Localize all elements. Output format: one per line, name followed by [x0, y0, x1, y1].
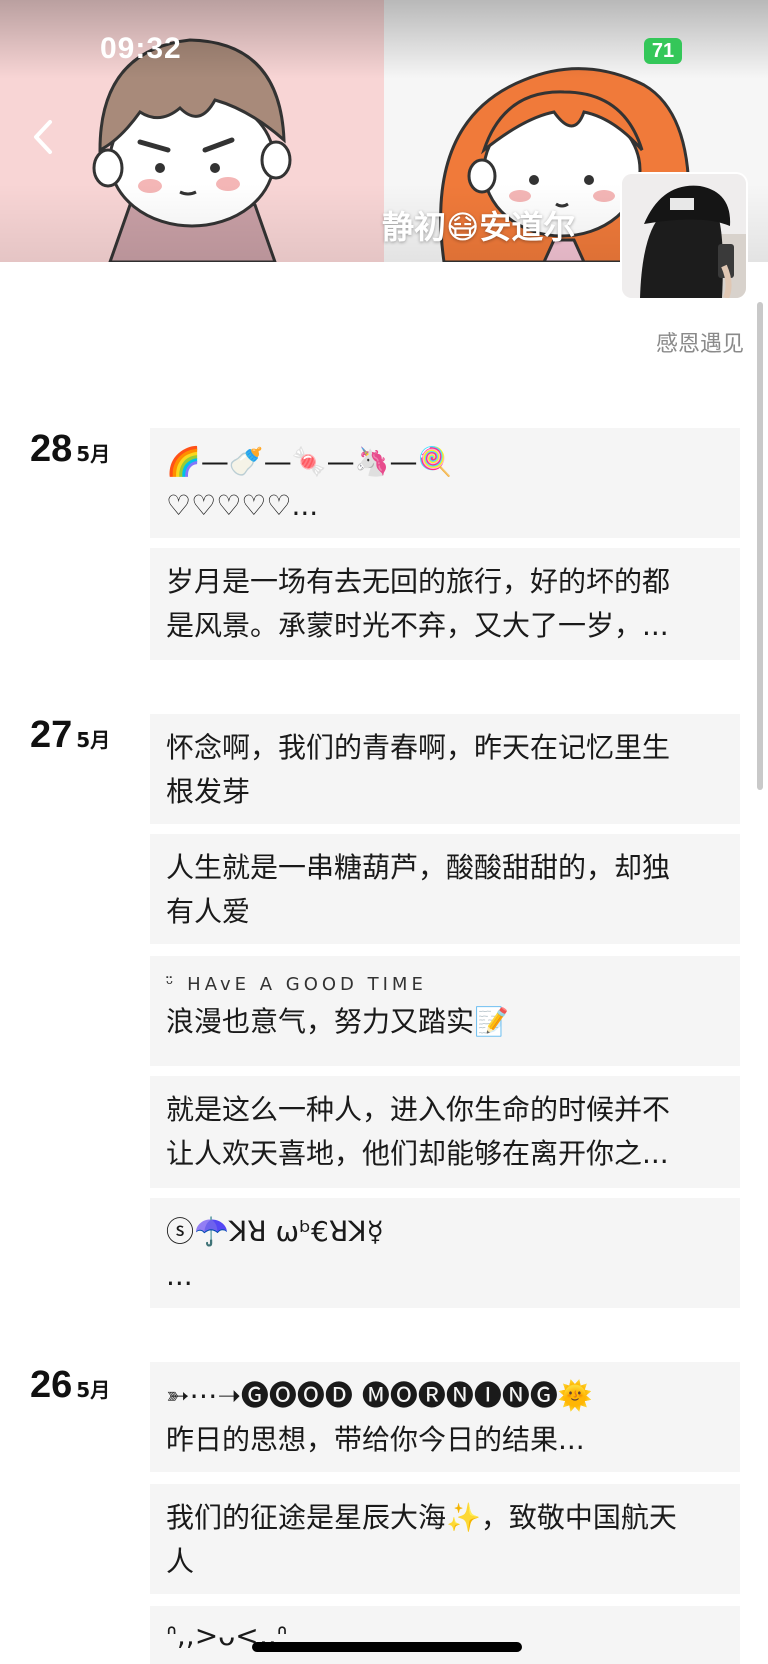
scrollbar[interactable]: [757, 302, 763, 790]
profile-name: 静初😷安道尔: [382, 208, 576, 246]
post-text-line: 怀念啊，我们的青春啊，昨天在记忆里生: [166, 731, 671, 764]
post-text-line: 人: [166, 1545, 195, 1578]
post-text-line: ᵕ̈ HAvE A GOOD TIME: [166, 974, 427, 995]
back-button[interactable]: [24, 112, 64, 162]
post-text-line: 浪漫也意气，努力又踏实📝: [166, 1005, 509, 1038]
date-month: 5月: [76, 1378, 111, 1402]
date-label: 27 5月: [30, 714, 110, 757]
moment-post[interactable]: 🌈—🍼—🍬—🦄—🍭 ♡♡♡♡♡...: [150, 428, 740, 538]
battery-indicator: 71: [644, 38, 682, 64]
moment-post[interactable]: ᐢ,,>ᴗ<,,ᐢ: [150, 1606, 740, 1664]
date-day: 27: [30, 714, 73, 756]
moment-post[interactable]: ➳⋯➝🅖🅞🅞🅓 🅜🅞🅡🅝🅘🅝🅖🌞 昨日的思想，带给你今日的结果...: [150, 1362, 740, 1472]
avatar-photo: [622, 174, 746, 298]
date-month: 5月: [76, 442, 111, 466]
date-month: 5月: [76, 728, 111, 752]
home-indicator[interactable]: [252, 1642, 522, 1652]
moment-post[interactable]: 岁月是一场有去无回的旅行，好的坏的都 是风景。承蒙时光不弃，又大了一岁，...: [150, 548, 740, 660]
date-label: 26 5月: [30, 1364, 110, 1407]
post-text-line: 是风景。承蒙时光不弃，又大了一岁，...: [166, 609, 669, 642]
post-text-line: ➳⋯➝🅖🅞🅞🅓 🅜🅞🅡🅝🅘🅝🅖🌞: [166, 1379, 593, 1412]
post-text-line: ...: [166, 1259, 193, 1292]
post-text-line: 人生就是一串糖葫芦，酸酸甜甜的，却独: [166, 851, 671, 884]
post-text-line: 岁月是一场有去无回的旅行，好的坏的都: [166, 565, 671, 598]
profile-signature: 感恩遇见: [655, 332, 744, 357]
moment-post[interactable]: 人生就是一串糖葫芦，酸酸甜甜的，却独 有人爱: [150, 834, 740, 944]
moment-post[interactable]: ⓢ☂️ꓘꓤ ωᵇ€ꓤꓘ☿ ...: [150, 1198, 740, 1308]
date-label: 28 5月: [30, 428, 110, 471]
moment-post[interactable]: ᵕ̈ HAvE A GOOD TIME 浪漫也意气，努力又踏实📝: [150, 956, 740, 1066]
post-text-line: ⓢ☂️ꓘꓤ ωᵇ€ꓤꓘ☿: [166, 1215, 384, 1248]
status-time: 09:32: [100, 32, 182, 65]
post-text-line: 我们的征途是星辰大海✨，致敬中国航天: [166, 1501, 677, 1534]
avatar[interactable]: [622, 174, 746, 298]
moment-post[interactable]: 我们的征途是星辰大海✨，致敬中国航天 人: [150, 1484, 740, 1594]
post-text-line: 🌈—🍼—🍬—🦄—🍭: [166, 445, 453, 478]
post-text-line: 有人爱: [166, 895, 251, 928]
date-day: 28: [30, 428, 73, 470]
moment-post[interactable]: 怀念啊，我们的青春啊，昨天在记忆里生 根发芽: [150, 714, 740, 824]
moment-post[interactable]: 就是这么一种人，进入你生命的时候并不 让人欢天喜地，他们却能够在离开你之...: [150, 1076, 740, 1188]
post-text-line: 根发芽: [166, 775, 251, 808]
post-text-line: 让人欢天喜地，他们却能够在离开你之...: [166, 1137, 669, 1170]
date-day: 26: [30, 1364, 73, 1406]
chevron-left-icon: [34, 120, 52, 154]
post-text-line: 昨日的思想，带给你今日的结果...: [166, 1423, 585, 1456]
post-text-line: 就是这么一种人，进入你生命的时候并不: [166, 1093, 671, 1126]
post-text-line: ♡♡♡♡♡...: [166, 489, 319, 522]
